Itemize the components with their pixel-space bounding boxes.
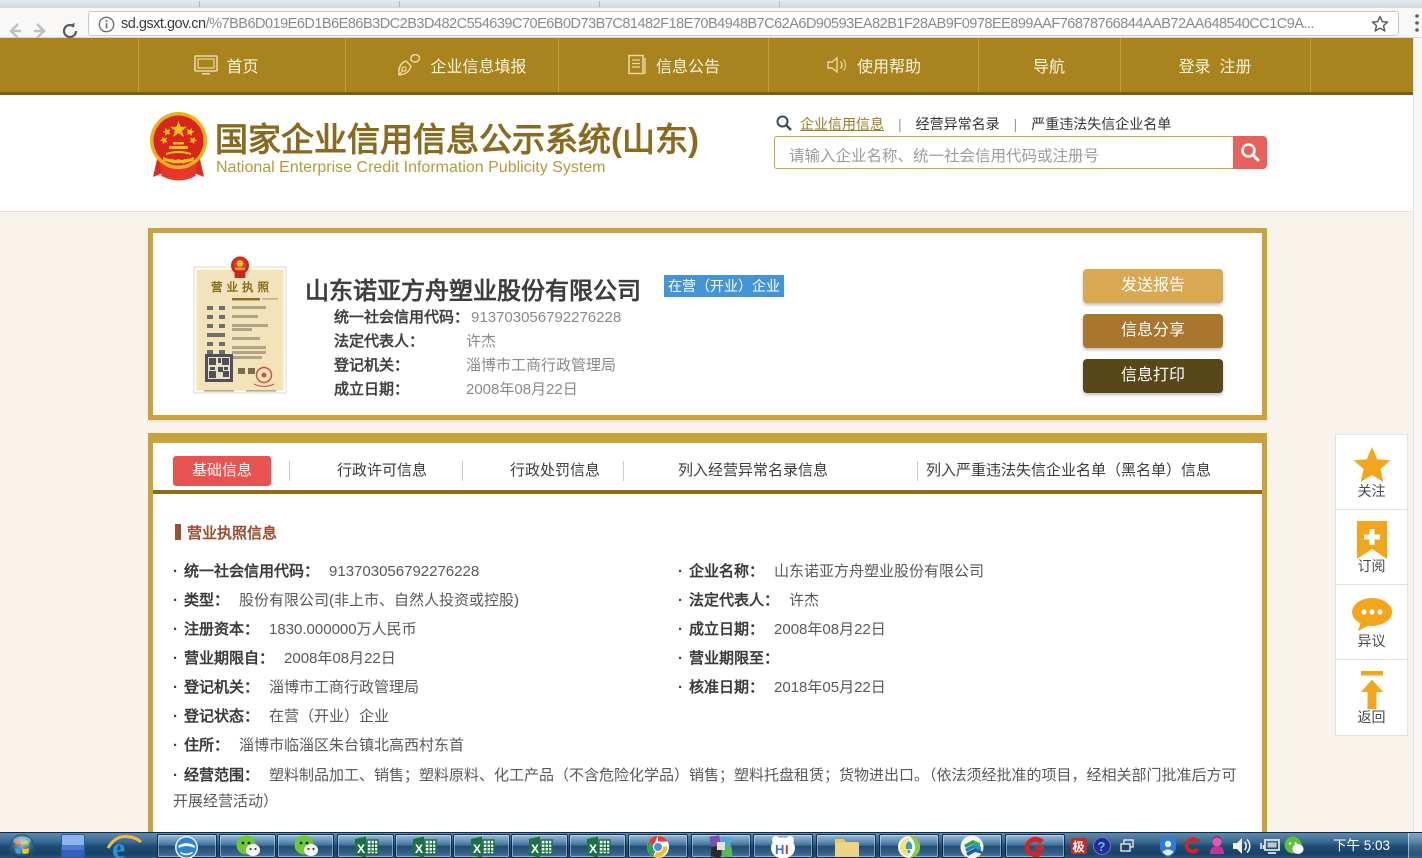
svg-text:X: X (473, 842, 481, 856)
svg-text:H: H (775, 842, 784, 857)
svg-text:X: X (589, 842, 597, 856)
svg-text:极: 极 (1073, 839, 1086, 854)
svg-text:X: X (415, 842, 423, 856)
svg-text:?: ? (1098, 839, 1106, 854)
svg-text:营业执照: 营业执照 (211, 280, 273, 294)
svg-text:X: X (531, 842, 539, 856)
svg-text:X: X (357, 842, 365, 856)
svg-text:I: I (785, 842, 789, 857)
